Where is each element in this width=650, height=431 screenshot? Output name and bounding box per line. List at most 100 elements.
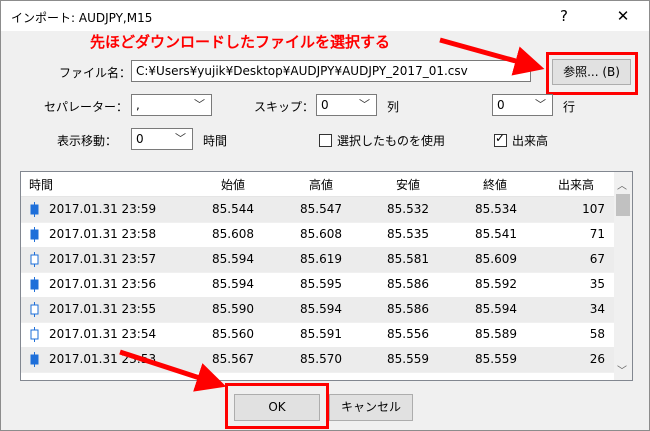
bear-candle-icon [30,277,39,292]
cell-high: 85.608 [300,227,342,241]
title-bar: インポート: AUDJPY,M15 ? ✕ [1,1,649,31]
cell-time: 2017.01.31 23:57 [49,252,157,266]
table-row[interactable]: 2017.01.31 23:55 85.590 85.594 85.586 85.594… [21,297,614,323]
cell-low: 85.556 [387,327,429,341]
cell-open: 85.594 [212,252,254,266]
shift-hours-value: 0 [136,132,144,146]
cell-close: 85.589 [475,327,517,341]
cancel-button[interactable]: キャンセル [329,394,413,421]
check-icon: ✓ [495,131,506,145]
header-low[interactable]: 安値 [396,176,420,193]
cell-volume: 34 [589,302,605,316]
cell-open: 85.590 [212,302,254,316]
table-row[interactable]: 2017.01.31 23:53 85.567 85.570 85.559 85.559… [21,347,614,373]
cell-low: 85.532 [387,202,429,216]
skip-label: スキップ： [254,100,315,114]
header-time[interactable]: 時間 [29,176,53,193]
separator-value: , [136,98,140,112]
cell-open: 85.594 [212,277,254,291]
file-path-input[interactable]: C:¥Users¥yujik¥Desktop¥AUDJPY¥AUDJPY_201… [131,60,531,82]
cell-volume: 58 [589,327,605,341]
cell-volume: 107 [582,202,605,216]
cell-time: 2017.01.31 23:59 [49,202,157,216]
cell-volume: 35 [589,277,605,291]
cell-close: 85.592 [475,277,517,291]
table-row[interactable]: 2017.01.31 23:54 85.560 85.591 85.556 85.589… [21,322,614,348]
row-unit-label: 行 [563,100,576,114]
cell-high: 85.547 [300,202,342,216]
cell-time: 2017.01.31 23:53 [49,352,157,366]
cell-high: 85.570 [300,352,342,366]
skip-rows-value: 0 [497,98,505,112]
bull-candle-icon [30,327,39,342]
cell-time: 2017.01.31 23:56 [49,277,157,291]
chevron-down-icon: ﹀ [194,98,205,111]
import-dialog: インポート: AUDJPY,M15 ? ✕ 先ほどダウンロードしたファイルを選択… [0,0,650,431]
vertical-scrollbar[interactable]: ︿ ﹀ [614,172,632,380]
file-name-label: ファイル名： [59,66,132,80]
bull-candle-icon [30,302,39,317]
shift-hours-select[interactable]: 0 ﹀ [131,128,193,150]
bull-candle-icon [30,252,39,267]
cell-volume: 71 [589,227,605,241]
cell-open: 85.560 [212,327,254,341]
skip-columns-select[interactable]: 0 ﹀ [316,94,377,116]
use-selected-label: 選択したものを使用 [337,134,446,148]
cell-open: 85.567 [212,352,254,366]
cell-close: 85.534 [475,202,517,216]
table-row[interactable]: 2017.01.31 23:57 85.594 85.619 85.581 85.609… [21,247,614,273]
cell-close: 85.559 [475,352,517,366]
bear-candle-icon [30,202,39,217]
scroll-up-icon[interactable]: ︿ [617,177,627,192]
bear-candle-icon [30,227,39,242]
cell-time: 2017.01.31 23:54 [49,327,157,341]
cell-open: 85.608 [212,227,254,241]
shift-label: 表示移動： [57,134,118,148]
header-close[interactable]: 終値 [483,176,507,193]
cell-open: 85.544 [212,202,254,216]
cell-low: 85.581 [387,252,429,266]
file-path-value: C:¥Users¥yujik¥Desktop¥AUDJPY¥AUDJPY_201… [136,64,468,78]
preview-table[interactable]: 時間 始値 高値 安値 終値 出来高 2017.01.31 23:59 85.54… [20,171,633,381]
volume-label: 出来高 [512,134,549,148]
cell-close: 85.541 [475,227,517,241]
bear-candle-icon [30,352,39,367]
separator-select[interactable]: , ﹀ [131,94,212,116]
help-button[interactable]: ? [554,6,574,26]
chevron-down-icon: ﹀ [175,132,186,145]
cell-low: 85.586 [387,302,429,316]
column-unit-label: 列 [387,100,400,114]
table-row[interactable]: 2017.01.31 23:59 85.544 85.547 85.532 85.534… [21,197,614,223]
cell-high: 85.594 [300,302,342,316]
browse-highlight [546,52,638,95]
window-title: インポート: AUDJPY,M15 [11,11,153,25]
cell-low: 85.559 [387,352,429,366]
scroll-down-icon[interactable]: ﹀ [617,362,627,377]
cell-low: 85.535 [387,227,429,241]
table-header: 時間 始値 高値 安値 終値 出来高 [21,172,614,197]
cancel-button-label: キャンセル [340,400,401,414]
cell-volume: 26 [589,352,605,366]
chevron-down-icon: ﹀ [359,98,370,111]
cell-close: 85.594 [475,302,517,316]
skip-columns-value: 0 [321,98,329,112]
header-high[interactable]: 高値 [309,176,333,193]
cell-volume: 67 [589,252,605,266]
header-open[interactable]: 始値 [221,176,245,193]
cell-time: 2017.01.31 23:55 [49,302,157,316]
use-selected-checkbox[interactable] [319,134,332,147]
cell-low: 85.586 [387,277,429,291]
cell-high: 85.595 [300,277,342,291]
table-row[interactable]: 2017.01.31 23:56 85.594 85.595 85.586 85.592… [21,272,614,298]
header-volume[interactable]: 出来高 [558,176,594,193]
cell-high: 85.591 [300,327,342,341]
skip-rows-select[interactable]: 0 ﹀ [492,94,553,116]
volume-checkbox[interactable]: ✓ [494,131,507,147]
cell-close: 85.609 [475,252,517,266]
table-row[interactable]: 2017.01.31 23:58 85.608 85.608 85.535 85.541… [21,222,614,248]
cell-time: 2017.01.31 23:58 [49,227,157,241]
ok-highlight [225,383,329,429]
close-button[interactable]: ✕ [613,6,633,26]
scrollbar-thumb[interactable] [616,194,630,216]
separator-label: セパレーター： [44,100,129,114]
